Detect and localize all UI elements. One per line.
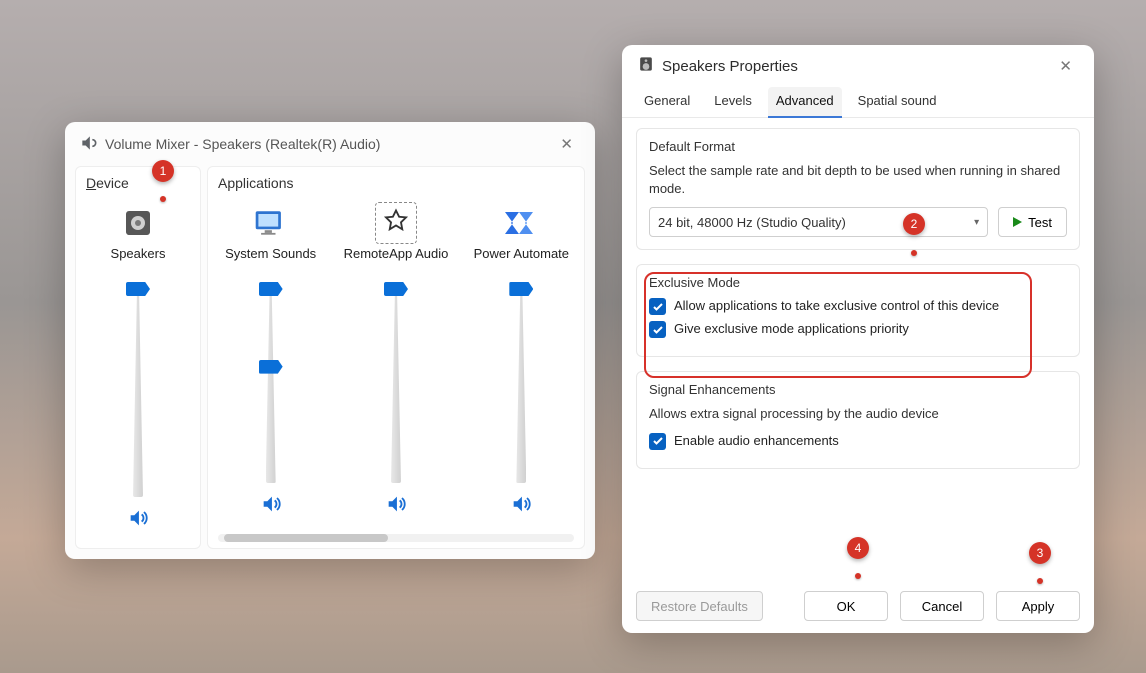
- props-tabs: General Levels Advanced Spatial sound: [622, 87, 1094, 118]
- device-section-label: Device: [76, 173, 129, 197]
- app-mute-button[interactable]: [385, 493, 407, 520]
- sample-rate-combo[interactable]: 24 bit, 48000 Hz (Studio Quality) ▾: [649, 207, 988, 237]
- annotation-highlight-exclusive: [644, 272, 1032, 378]
- tab-general[interactable]: General: [636, 87, 698, 117]
- signal-enhancements-title: Signal Enhancements: [649, 382, 1067, 397]
- annotation-badge-1: 1: [152, 160, 174, 182]
- app-power-automate: Power Automate: [459, 197, 584, 534]
- annotation-stem: [855, 573, 861, 579]
- device-name-label: Speakers: [107, 247, 170, 281]
- system-sounds-icon[interactable]: [251, 203, 291, 243]
- app-system-sounds: System Sounds: [208, 197, 333, 534]
- default-format-title: Default Format: [649, 139, 1067, 154]
- cancel-button[interactable]: Cancel: [900, 591, 984, 621]
- device-panel: Device Speakers: [75, 166, 201, 549]
- device-mute-button[interactable]: [127, 507, 149, 534]
- default-format-group: Default Format Select the sample rate an…: [636, 128, 1080, 250]
- play-icon: [1013, 217, 1022, 227]
- ok-label: OK: [837, 599, 856, 614]
- app-mute-button[interactable]: [260, 493, 282, 520]
- close-icon[interactable]: ✕: [552, 131, 581, 157]
- apps-horizontal-scrollbar[interactable]: [218, 534, 574, 542]
- app-volume-slider[interactable]: [383, 289, 409, 483]
- props-title: Speakers Properties: [662, 58, 798, 75]
- restore-defaults-button[interactable]: Restore Defaults: [636, 591, 763, 621]
- annotation-badge-2: 2: [903, 213, 925, 235]
- enable-enhancements-label: Enable audio enhancements: [674, 433, 839, 448]
- close-icon[interactable]: ✕: [1051, 53, 1080, 79]
- app-label: System Sounds: [221, 247, 320, 281]
- annotation-stem: [911, 250, 917, 256]
- app-volume-slider[interactable]: [508, 289, 534, 483]
- device-volume-slider[interactable]: [125, 289, 151, 497]
- enable-enhancements-checkbox[interactable]: [649, 433, 666, 450]
- mixer-titlebar[interactable]: Volume Mixer - Speakers (Realtek(R) Audi…: [65, 122, 595, 166]
- apply-label: Apply: [1022, 599, 1055, 614]
- app-label: Power Automate: [470, 247, 573, 281]
- app-mute-button[interactable]: [510, 493, 532, 520]
- test-button[interactable]: Test: [998, 207, 1067, 237]
- applications-panel: Applications System Sounds: [207, 166, 585, 549]
- annotation-stem: [1037, 578, 1043, 584]
- volume-mixer-window: Volume Mixer - Speakers (Realtek(R) Audi…: [65, 122, 595, 559]
- speaker-icon: [636, 54, 656, 78]
- signal-enhancements-desc: Allows extra signal processing by the au…: [649, 405, 1067, 423]
- ok-button[interactable]: OK: [804, 591, 888, 621]
- annotation-badge-4: 4: [847, 537, 869, 559]
- annotation-stem: [160, 196, 166, 202]
- props-titlebar[interactable]: Speakers Properties ✕: [622, 45, 1094, 87]
- signal-enhancements-group: Signal Enhancements Allows extra signal …: [636, 371, 1080, 469]
- test-button-label: Test: [1028, 215, 1052, 230]
- apps-section-label: Applications: [208, 173, 294, 197]
- remoteapp-icon[interactable]: [376, 203, 416, 243]
- app-remoteapp-audio: RemoteApp Audio: [333, 197, 458, 534]
- tab-spatial-sound[interactable]: Spatial sound: [850, 87, 945, 117]
- speakers-device-icon[interactable]: [118, 203, 158, 243]
- tab-advanced[interactable]: Advanced: [768, 87, 842, 118]
- cancel-label: Cancel: [922, 599, 962, 614]
- mixer-title: Volume Mixer - Speakers (Realtek(R) Audi…: [105, 136, 380, 152]
- annotation-badge-3: 3: [1029, 542, 1051, 564]
- apply-button[interactable]: Apply: [996, 591, 1080, 621]
- sample-rate-value: 24 bit, 48000 Hz (Studio Quality): [658, 215, 846, 230]
- chevron-down-icon: ▾: [974, 217, 979, 228]
- app-volume-slider[interactable]: [258, 289, 284, 483]
- speaker-icon: [79, 133, 99, 156]
- tab-levels[interactable]: Levels: [706, 87, 760, 117]
- default-format-desc: Select the sample rate and bit depth to …: [649, 162, 1067, 197]
- restore-defaults-label: Restore Defaults: [651, 599, 748, 614]
- app-label: RemoteApp Audio: [340, 247, 453, 281]
- power-automate-icon[interactable]: [501, 203, 541, 243]
